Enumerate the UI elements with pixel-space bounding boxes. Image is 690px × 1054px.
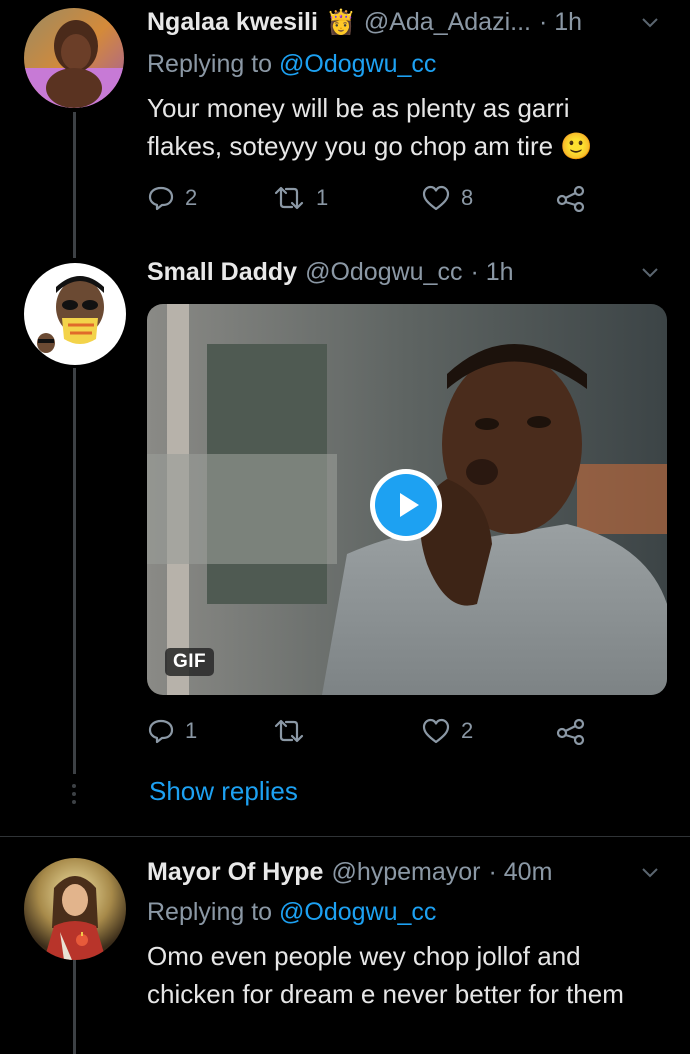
display-name[interactable]: Mayor Of Hype <box>147 858 323 887</box>
retweet-count: 1 <box>316 185 329 210</box>
timestamp[interactable]: · 40m <box>489 858 553 887</box>
like-button[interactable]: 2 <box>421 717 473 745</box>
tweet-actions: 2 1 8 <box>147 184 607 218</box>
reply-button[interactable]: 2 <box>147 184 197 212</box>
play-button[interactable] <box>370 469 442 541</box>
thread-line-top <box>73 112 76 258</box>
reply-count: 1 <box>185 718 198 743</box>
queen-emoji-badge: 👸 <box>325 9 356 36</box>
retweet-button[interactable]: 1 <box>272 184 328 212</box>
thread-line-middle <box>73 368 76 774</box>
timestamp[interactable]: · 1h <box>470 258 513 287</box>
display-name[interactable]: Ngalaa kwesili <box>147 8 318 37</box>
divider <box>0 836 690 837</box>
reply-icon <box>148 719 174 744</box>
replying-to: Replying to @Odogwu_cc <box>147 898 436 927</box>
tweet-header: Small Daddy @Odogwu_cc · 1h <box>147 258 514 287</box>
share-button[interactable] <box>555 184 587 212</box>
retweet-button[interactable] <box>272 717 316 745</box>
user-handle[interactable]: @Ada_Adazi... <box>364 8 531 37</box>
play-icon <box>400 493 419 517</box>
tweet-header: Ngalaa kwesili 👸 @Ada_Adazi... · 1h <box>147 8 582 37</box>
avatar[interactable] <box>24 263 126 365</box>
share-button[interactable] <box>555 717 587 745</box>
avatar[interactable] <box>24 858 126 960</box>
timestamp[interactable]: · 1h <box>539 8 582 37</box>
like-button[interactable]: 8 <box>421 184 473 212</box>
show-replies-link[interactable]: Show replies <box>149 776 298 807</box>
mention-link[interactable]: @Odogwu_cc <box>279 898 436 926</box>
reply-icon <box>148 186 174 211</box>
share-icon <box>556 185 585 212</box>
tweet-header: Mayor Of Hype @hypemayor · 40m <box>147 858 552 887</box>
share-icon <box>556 718 585 745</box>
chevron-down-icon[interactable] <box>641 264 659 282</box>
reply-button[interactable]: 1 <box>147 717 197 745</box>
thread-dots <box>72 784 77 804</box>
mention-link[interactable]: @Odogwu_cc <box>279 50 436 78</box>
display-name[interactable]: Small Daddy <box>147 258 297 287</box>
replying-label: Replying to <box>147 50 273 78</box>
replying-label: Replying to <box>147 898 273 926</box>
retweet-icon <box>274 719 304 743</box>
user-handle[interactable]: @hypemayor <box>331 858 480 887</box>
chevron-down-icon[interactable] <box>641 864 659 882</box>
tweet-actions: 1 2 <box>147 717 607 751</box>
retweet-icon <box>274 186 304 210</box>
replying-to: Replying to @Odogwu_cc <box>147 50 436 79</box>
chevron-down-icon[interactable] <box>641 14 659 32</box>
gif-media[interactable]: GIF <box>147 304 667 695</box>
gif-badge: GIF <box>165 648 215 676</box>
like-count: 2 <box>461 718 474 743</box>
tweet-text: Omo even people wey chop jollof and chic… <box>147 941 624 1009</box>
user-handle[interactable]: @Odogwu_cc <box>305 258 462 287</box>
like-icon <box>422 718 450 744</box>
like-icon <box>422 185 450 211</box>
like-count: 8 <box>461 185 474 210</box>
reply-count: 2 <box>185 185 198 210</box>
avatar[interactable] <box>24 8 124 108</box>
tweet-text: Your money will be as plenty as garri fl… <box>147 93 593 161</box>
